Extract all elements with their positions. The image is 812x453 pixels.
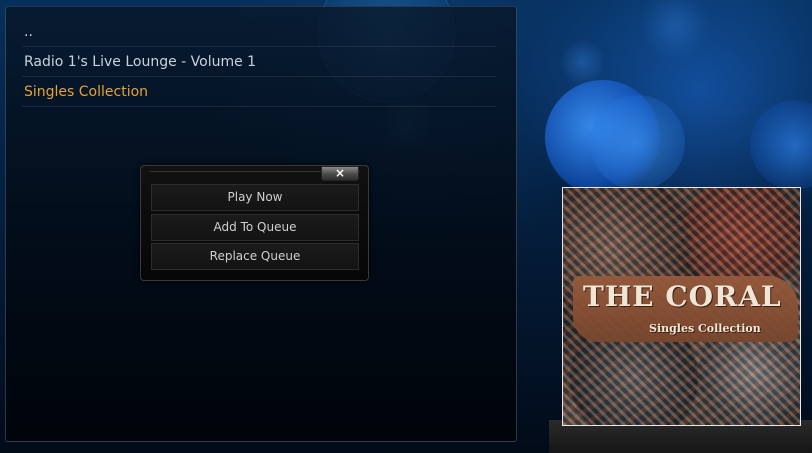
list-item-label: Singles Collection	[24, 84, 149, 100]
bokeh-light	[560, 40, 605, 85]
list-item-singles-collection[interactable]: Singles Collection	[22, 77, 496, 107]
replace-queue-button[interactable]: Replace Queue	[151, 243, 359, 270]
cover-band-name: THE CORAL	[583, 280, 782, 313]
bokeh-light	[590, 95, 685, 190]
menu-button-label: Replace Queue	[209, 249, 301, 263]
menu-button-label: Add To Queue	[213, 220, 297, 234]
list-item-parent-folder[interactable]: ..	[22, 17, 496, 47]
album-cover-art: THE CORAL Singles Collection	[562, 187, 801, 426]
add-to-queue-button[interactable]: Add To Queue	[151, 214, 359, 241]
bokeh-light	[640, 0, 710, 60]
close-button[interactable]: ×	[321, 166, 359, 181]
play-now-button[interactable]: Play Now	[151, 184, 359, 211]
menu-button-label: Play Now	[227, 190, 283, 204]
cover-album-title: Singles Collection	[649, 322, 761, 335]
bokeh-light	[750, 100, 812, 190]
close-icon: ×	[334, 166, 346, 180]
list-item-radio1-live-lounge[interactable]: Radio 1's Live Lounge - Volume 1	[22, 47, 496, 77]
list-item-label: Radio 1's Live Lounge - Volume 1	[24, 54, 257, 70]
context-menu-dialog: × Play Now Add To Queue Replace Queue	[140, 165, 369, 281]
list-item-label: ..	[24, 24, 33, 40]
